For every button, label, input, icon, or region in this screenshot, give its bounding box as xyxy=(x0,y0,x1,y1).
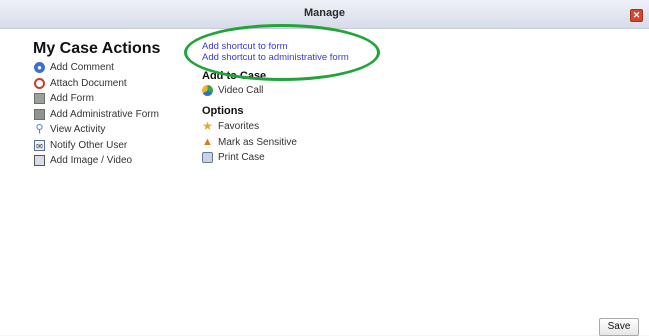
comment-icon: ● xyxy=(34,62,45,74)
action-add-image-video[interactable]: Add Image / Video xyxy=(34,153,159,169)
option-label: Video Call xyxy=(218,85,264,97)
video-call-icon xyxy=(202,85,213,97)
warning-icon: ▲ xyxy=(202,135,213,148)
action-attach-document[interactable]: Attach Document xyxy=(34,76,159,92)
attach-icon xyxy=(34,77,45,89)
action-add-form[interactable]: Add Form xyxy=(34,91,159,107)
save-button[interactable]: Save xyxy=(599,318,639,336)
form-icon xyxy=(34,93,45,105)
dialog-title: Manage xyxy=(304,7,345,19)
action-view-activity[interactable]: ⚲ View Activity xyxy=(34,122,159,138)
action-label: View Activity xyxy=(50,124,106,136)
action-label: Add Form xyxy=(50,93,94,105)
option-label: Favorites xyxy=(218,121,260,133)
action-label: Attach Document xyxy=(50,77,127,89)
option-label: Print Case xyxy=(218,152,265,164)
option-label: Mark as Sensitive xyxy=(218,136,297,148)
action-label: Add Administrative Form xyxy=(50,108,159,120)
option-print-case[interactable]: Print Case xyxy=(202,150,297,166)
option-mark-as-sensitive[interactable]: ▲ Mark as Sensitive xyxy=(202,135,297,151)
manage-dialog: Manage ✕ My Case Actions ● Add Comment A… xyxy=(0,0,649,336)
image-icon xyxy=(34,155,45,167)
my-case-actions-heading: My Case Actions xyxy=(33,40,161,57)
star-icon: ★ xyxy=(202,119,213,134)
options-heading: Options xyxy=(202,105,244,117)
option-favorites[interactable]: ★ Favorites xyxy=(202,119,297,135)
options-list: ★ Favorites ▲ Mark as Sensitive Print Ca… xyxy=(202,119,297,166)
admin-form-icon xyxy=(34,108,45,120)
case-actions-list: ● Add Comment Attach Document Add Form A… xyxy=(34,60,159,169)
action-label: Add Comment xyxy=(50,62,114,74)
dialog-titlebar: Manage ✕ xyxy=(0,0,649,29)
option-video-call[interactable]: Video Call xyxy=(202,83,263,99)
action-notify-other-user[interactable]: ✉ Notify Other User xyxy=(34,138,159,154)
close-icon[interactable]: ✕ xyxy=(630,9,643,22)
action-add-administrative-form[interactable]: Add Administrative Form xyxy=(34,107,159,123)
action-label: Add Image / Video xyxy=(50,155,133,167)
action-label: Notify Other User xyxy=(50,139,128,151)
add-to-case-list: Video Call xyxy=(202,83,263,99)
printer-icon xyxy=(202,152,213,164)
magnifier-icon: ⚲ xyxy=(35,123,44,136)
envelope-icon: ✉ xyxy=(34,139,45,151)
action-add-comment[interactable]: ● Add Comment xyxy=(34,60,159,76)
highlight-ellipse xyxy=(184,24,380,81)
